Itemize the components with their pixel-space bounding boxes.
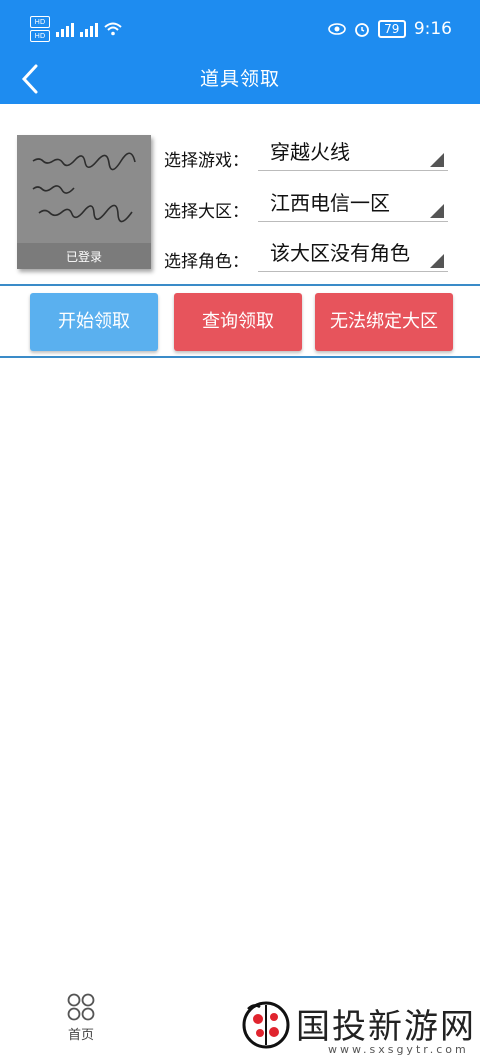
nav-home[interactable]: 首页 (58, 992, 104, 1052)
cannot-bind-region-button[interactable]: 无法绑定大区 (315, 293, 453, 351)
role-select-row: 选择角色： 该大区没有角色 (164, 237, 449, 281)
wifi-icon (104, 22, 122, 36)
login-status-label: 已登录 (65, 250, 102, 264)
watermark: 国投新游网 www.sxsgytr.com (236, 993, 480, 1061)
app-header: HD HD 79 9:16 道具领取 (0, 0, 480, 104)
hd-badge-2: HD (30, 30, 50, 42)
game-select-row: 选择游戏： 穿越火线 (164, 136, 449, 180)
region-value: 江西电信一区 (270, 191, 390, 215)
query-claim-button[interactable]: 查询领取 (174, 293, 302, 351)
ladybug-logo-icon (242, 1001, 290, 1049)
game-label: 选择游戏： (164, 151, 249, 171)
signal-icon-2 (80, 21, 98, 37)
divider-bottom (0, 356, 480, 358)
game-value: 穿越火线 (270, 140, 350, 164)
page-title: 道具领取 (199, 68, 280, 90)
dropdown-arrow-icon (430, 254, 444, 268)
hd-badges: HD HD (30, 16, 50, 42)
status-left: HD HD (30, 12, 122, 46)
nav-home-label: 首页 (67, 1028, 94, 1043)
avatar[interactable]: 已登录 (17, 135, 151, 269)
status-bar: HD HD 79 9:16 (0, 0, 480, 58)
status-time: 9:16 (413, 19, 452, 39)
role-select[interactable]: 该大区没有角色 (258, 237, 448, 272)
eye-icon (328, 23, 346, 35)
start-claim-button[interactable]: 开始领取 (30, 293, 158, 351)
hd-badge-1: HD (30, 16, 50, 28)
watermark-url: www.sxsgytr.com (328, 1043, 469, 1056)
status-right: 79 9:16 (328, 16, 452, 42)
dropdown-arrow-icon (430, 204, 444, 218)
home-icon (67, 993, 95, 1021)
watermark-text: 国投新游网 (296, 1007, 476, 1047)
title-row: 道具领取 (0, 58, 480, 104)
divider-top (0, 284, 480, 286)
role-value: 该大区没有角色 (270, 241, 410, 265)
region-select[interactable]: 江西电信一区 (258, 187, 448, 222)
alarm-icon (354, 23, 369, 37)
game-select[interactable]: 穿越火线 (258, 136, 448, 171)
region-label: 选择大区： (164, 202, 249, 222)
battery-icon: 79 (377, 20, 406, 38)
dropdown-arrow-icon (430, 153, 444, 167)
signal-icon (56, 21, 74, 37)
region-select-row: 选择大区： 江西电信一区 (164, 187, 449, 231)
role-label: 选择角色： (164, 252, 249, 272)
